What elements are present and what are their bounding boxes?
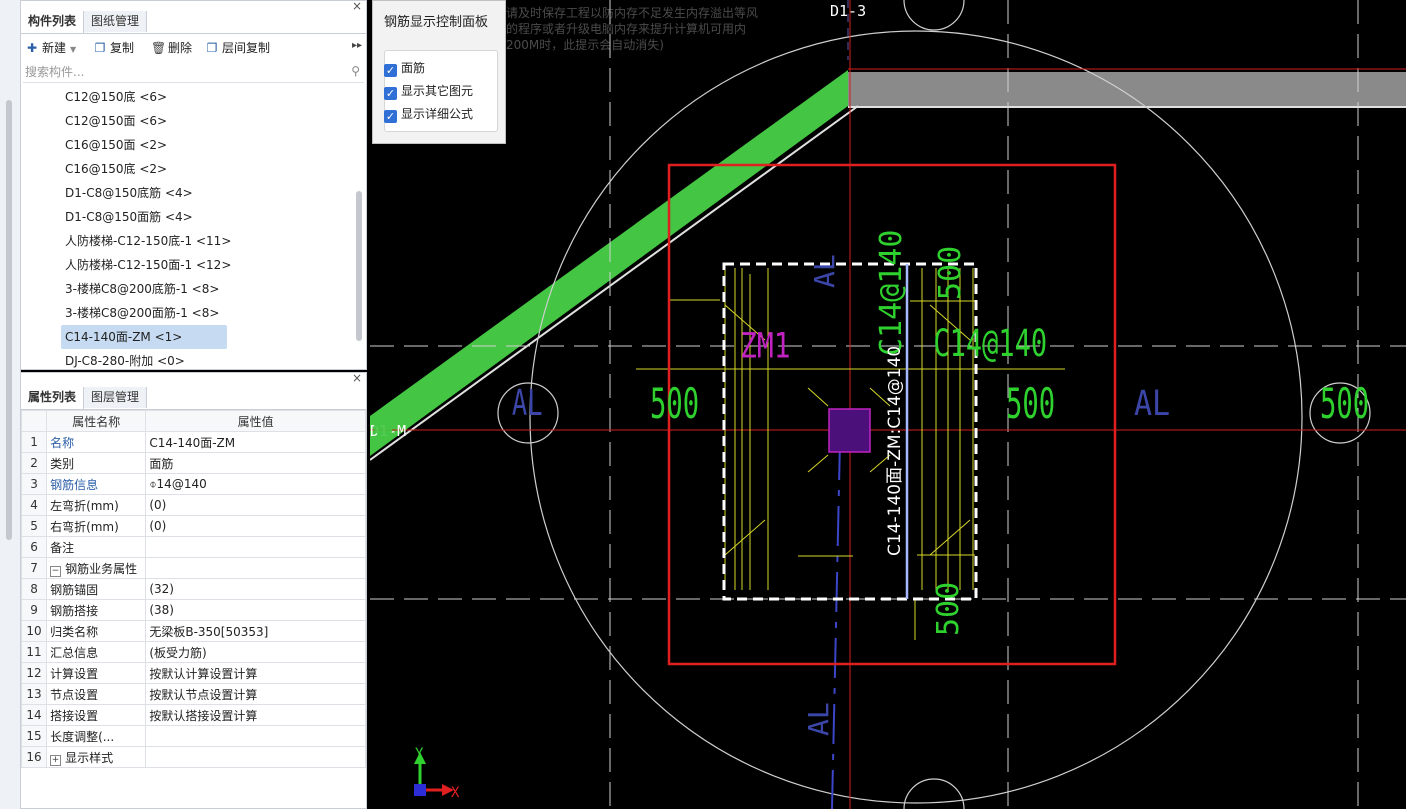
component-list-scrollbar[interactable] <box>356 191 362 341</box>
table-row[interactable]: 6 备注 <box>20 536 366 558</box>
column-block[interactable] <box>828 408 871 453</box>
floor-copy-icon: ❐ <box>206 41 218 55</box>
list-item[interactable]: 3-楼梯C8@200底筋-1 <8> <box>21 277 356 301</box>
control-panel-title: 钢筋显示控制面板 <box>384 15 489 30</box>
component-panel-tabs: 构件列表 图纸管理 <box>21 11 366 34</box>
list-item[interactable]: 人防楼梯-C12-150底-1 <11> <box>21 229 356 253</box>
small-circle-bottom <box>903 778 965 809</box>
al-label-right: AL <box>1134 383 1170 424</box>
close-icon[interactable]: × <box>352 371 362 385</box>
dim-500-top-vertical: 500 <box>933 246 968 300</box>
table-row[interactable]: 3 钢筋信息 ⌽14@140 <box>20 473 366 495</box>
column-header-value: 属性值 <box>145 410 366 432</box>
al-label-vertical-top: AL <box>808 254 841 288</box>
tab-property-list[interactable]: 属性列表 <box>21 387 85 409</box>
dim-500-bottom-vertical: 500 <box>931 582 966 636</box>
property-list-panel: × 属性列表 图层管理 属性名称 属性值 1 名称 C14-140面-ZM 2 类别面… <box>20 371 367 809</box>
table-row[interactable]: 2 类别 面筋 <box>20 452 366 474</box>
table-row[interactable]: 9 钢筋搭接 (38) <box>20 599 366 621</box>
rebar-label-horizontal: C14@140 <box>933 322 1047 366</box>
warning-text-line-1: 请及时保存工程以防内存不足发生内存溢出等风 <box>506 5 758 20</box>
rebar-display-control-panel: 钢筋显示控制面板 ✓ 面筋 ✓ 显示其它图元 ✓ 显示详细公式 <box>372 0 506 144</box>
table-row-group[interactable]: 16 + 显示样式 <box>20 746 366 768</box>
dim-500-middle: 500 <box>1006 380 1055 429</box>
checkbox-checked-icon[interactable]: ✓ <box>384 110 397 123</box>
list-item[interactable]: DJ-C8-280-附加 <0> <box>21 349 356 373</box>
checkbox-show-other-elements[interactable]: ✓ 显示其它图元 <box>384 82 473 100</box>
table-corner <box>20 410 48 432</box>
table-row[interactable]: 10 归类名称 无梁板B-350[50353] <box>20 620 366 642</box>
trash-icon: 🗑 <box>151 41 167 55</box>
cad-canvas[interactable]: 请及时保存工程以防内存不足发生内存溢出等风 的程序或者升级电脑内存来提升计算机可… <box>370 0 1406 809</box>
left-edge-scrollbar-thumb[interactable] <box>6 100 12 540</box>
table-row[interactable]: 4 左弯折(mm) (0) <box>20 494 366 516</box>
list-item[interactable]: C16@150面 <2> <box>21 133 356 157</box>
list-item[interactable]: 人防楼梯-C12-150面-1 <12> <box>21 253 356 277</box>
al-label-left: AL <box>512 383 543 425</box>
table-row[interactable]: 1 名称 C14-140面-ZM <box>20 431 366 453</box>
table-row[interactable]: 14 搭接设置 按默认搭接设置计算 <box>20 704 366 726</box>
rebar-info-vertical: C14-140面-ZM:C14@140 <box>885 346 905 556</box>
dim-500-left: 500 <box>650 380 699 429</box>
list-item[interactable]: C12@150面 <6> <box>21 109 356 133</box>
list-item[interactable]: D1-C8@150底筋 <4> <box>21 181 356 205</box>
table-header-row: 属性名称 属性值 <box>20 410 366 432</box>
delete-button[interactable]: 🗑 删除 <box>151 38 192 58</box>
search-input[interactable] <box>23 62 337 82</box>
zm1-label: ZM1 <box>740 327 791 367</box>
dim-500-right: 500 <box>1320 380 1369 429</box>
component-list-panel: × 构件列表 图纸管理 ✚新建▼ ❐复制 🗑删除 ❐层间复制 ▸▸ ⚲ C12@… <box>20 0 367 370</box>
left-edge-scrollbar[interactable] <box>0 0 21 809</box>
axis-y-label: Y <box>415 746 424 762</box>
table-row[interactable]: 12 计算设置 按默认计算设置计算 <box>20 662 366 684</box>
warning-text-line-2: 的程序或者升级电脑内存来提升计算机可用内 <box>506 21 746 36</box>
checkbox-surface-rebar[interactable]: ✓ 面筋 <box>384 59 425 77</box>
expand-icon[interactable]: + <box>50 754 62 766</box>
list-item-selected[interactable]: C14-140面-ZM <1> <box>61 325 227 349</box>
checkbox-checked-icon[interactable]: ✓ <box>384 64 397 77</box>
axis-x-label: X <box>451 785 460 801</box>
list-item[interactable]: C12@150底 <6> <box>21 85 356 109</box>
list-item[interactable]: C16@150底 <2> <box>21 157 356 181</box>
axis-label-d1-3: D1-3 <box>830 2 866 20</box>
list-item[interactable]: 3-楼梯C8@200面筋-1 <8> <box>21 301 356 325</box>
table-row[interactable]: 8 钢筋锚固 (32) <box>20 578 366 600</box>
search-icon[interactable]: ⚲ <box>351 64 360 78</box>
copy-button[interactable]: ❐ 复制 <box>93 38 134 58</box>
table-row[interactable]: 15 长度调整(... <box>20 725 366 747</box>
gray-beam[interactable] <box>848 72 1406 106</box>
component-search: ⚲ <box>23 62 364 83</box>
table-row-group[interactable]: 7− 钢筋业务属性 <box>20 557 366 579</box>
warning-text-line-3: 200M时，此提示会自动消失) <box>506 37 664 52</box>
toolbar-more-icon[interactable]: ▸▸ <box>352 40 362 51</box>
tab-drawing-management[interactable]: 图纸管理 <box>84 11 148 32</box>
rebar-label-vertical: C14@140 <box>874 230 909 356</box>
band-edge-line <box>370 105 859 461</box>
new-icon: ✚ <box>26 41 38 55</box>
collapse-icon[interactable]: − <box>50 565 62 577</box>
table-row[interactable]: 5 右弯折(mm) (0) <box>20 515 366 537</box>
chevron-down-icon[interactable]: ▼ <box>70 45 76 54</box>
tab-component-list[interactable]: 构件列表 <box>21 11 85 33</box>
blue-dash-lower <box>831 439 841 809</box>
copy-icon: ❐ <box>94 41 106 55</box>
component-list: C12@150底 <6> C12@150面 <6> C16@150面 <2> C… <box>21 85 356 373</box>
checkbox-checked-icon[interactable]: ✓ <box>384 87 397 100</box>
tab-layer-management[interactable]: 图层管理 <box>84 387 148 408</box>
component-toolbar: ✚ 新建 ▼ ❐ 复制 🗑 删除 ❐ 层间复制 ▸▸ <box>21 36 366 60</box>
drawing-svg[interactable]: 请及时保存工程以防内存不足发生内存溢出等风 的程序或者升级电脑内存来提升计算机可… <box>370 0 1406 809</box>
table-row[interactable]: 11 汇总信息 (板受力筋) <box>20 641 366 663</box>
column-header-name: 属性名称 <box>46 410 147 432</box>
checkbox-show-detailed-formula[interactable]: ✓ 显示详细公式 <box>384 105 473 123</box>
al-label-vertical-bottom: AL <box>802 702 835 736</box>
table-row[interactable]: 13 节点设置 按默认节点设置计算 <box>20 683 366 705</box>
new-button[interactable]: ✚ 新建 ▼ <box>25 38 76 58</box>
property-table: 属性名称 属性值 1 名称 C14-140面-ZM 2 类别 面筋 3 钢筋信息 ⌽14@1… <box>20 410 366 768</box>
small-circle-top <box>903 0 965 31</box>
floor-copy-button[interactable]: ❐ 层间复制 <box>205 38 270 58</box>
list-item[interactable]: D1-C8@150面筋 <4> <box>21 205 356 229</box>
big-circle <box>529 30 1303 804</box>
property-panel-tabs: 属性列表 图层管理 <box>21 387 366 410</box>
